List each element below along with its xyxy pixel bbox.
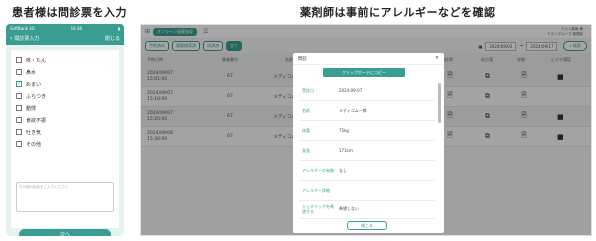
- left-caption: 患者様は問診票を入力: [12, 6, 127, 19]
- field-label: 名前: [302, 108, 310, 113]
- field-value: メディコム一郎: [339, 107, 367, 113]
- phone-close-link[interactable]: 閉じる: [105, 35, 120, 42]
- modal-field: 体重 75kg: [299, 121, 435, 141]
- next-button[interactable]: 次へ: [19, 229, 111, 236]
- field-value: 173cm: [339, 148, 353, 153]
- checkbox-checked[interactable]: ✓: [16, 81, 22, 87]
- field-label: 体重: [302, 128, 310, 133]
- modal-field: 名前 メディコム一郎: [299, 101, 435, 121]
- modal-field: 身長 173cm: [299, 141, 435, 161]
- checkbox[interactable]: [16, 105, 22, 111]
- check-item[interactable]: 食欲不振: [11, 114, 119, 126]
- carrier-label: SoftBank 4G: [10, 25, 35, 31]
- check-item[interactable]: 咳・たん: [11, 54, 119, 66]
- field-value: なし: [339, 167, 347, 173]
- questionnaire-card: 咳・たん 鼻水 ✓ めまい ふらつき 動悸 食欲不振 吐き気 その他 その他の症状…: [11, 50, 119, 228]
- modal-field: アレルギー詳細: [299, 181, 435, 201]
- check-label: ふらつき: [26, 93, 47, 100]
- check-item[interactable]: ふらつき: [11, 90, 119, 102]
- desktop-mockup: ⊞ オンライン服薬指導 ☰ テスト薬局 様 テストグループ 管理者 予約済み 服…: [140, 24, 592, 236]
- modal-field: 受診日 2024-09-07: [299, 81, 435, 101]
- modal-title: 問診: [298, 56, 307, 62]
- checkbox[interactable]: [16, 93, 22, 99]
- phone-mockup: SoftBank 4G 16:36 ▮ ‹ 問診票入力 閉じる 咳・たん 鼻水 ✓…: [6, 24, 124, 236]
- battery-icon: ▮: [117, 25, 120, 31]
- phone-status-bar: SoftBank 4G 16:36 ▮: [6, 24, 124, 32]
- field-label: 受診日: [302, 88, 314, 93]
- check-item[interactable]: その他: [11, 138, 119, 150]
- field-value: 2024-09-07: [339, 88, 363, 93]
- right-caption: 薬剤師は事前にアレルギーなどを確認: [300, 6, 496, 19]
- check-item[interactable]: 鼻水: [11, 66, 119, 78]
- checkbox[interactable]: [16, 129, 22, 135]
- back-chevron-icon[interactable]: ‹: [10, 35, 12, 42]
- modal-field: ジェネリックを希望する 希望しない: [299, 199, 435, 219]
- modal-close-button[interactable]: 閉じる: [347, 221, 387, 230]
- modal-scrollbar[interactable]: [438, 83, 441, 123]
- status-time: 16:36: [70, 25, 83, 31]
- check-label: 食欲不振: [26, 117, 47, 124]
- check-item[interactable]: 吐き気: [11, 126, 119, 138]
- modal-field: アレルギーの有無 なし: [299, 161, 435, 181]
- questionnaire-modal: 問診 ✕ クリップボードにコピー 受診日 2024-09-07 名前 メディコム一郎…: [293, 53, 444, 233]
- check-item[interactable]: ✓ めまい: [11, 78, 119, 90]
- checkbox[interactable]: [16, 69, 22, 75]
- phone-header-title: 問診票入力: [14, 36, 40, 42]
- modal-header: 問診 ✕: [293, 53, 444, 65]
- phone-header: ‹ 問診票入力 閉じる: [6, 32, 124, 45]
- check-item[interactable]: 動悸: [11, 102, 119, 114]
- checkbox[interactable]: [16, 141, 22, 147]
- field-value: 希望しない: [339, 205, 359, 211]
- copy-clipboard-button[interactable]: クリップボードにコピー: [323, 68, 405, 77]
- check-label: 動悸: [26, 105, 37, 112]
- check-label: めまい: [26, 81, 42, 88]
- check-label: 吐き気: [26, 129, 42, 136]
- field-label: 身長: [302, 148, 310, 153]
- other-symptom-textarea[interactable]: その他の症状をご入力ください: [16, 182, 114, 212]
- check-label: 咳・たん: [26, 57, 47, 64]
- field-label: アレルギー詳細: [302, 188, 330, 193]
- field-label: ジェネリックを希望する: [302, 203, 334, 214]
- close-icon[interactable]: ✕: [435, 56, 439, 61]
- check-label: その他: [26, 141, 42, 148]
- checkbox[interactable]: [16, 57, 22, 63]
- check-label: 鼻水: [26, 69, 37, 76]
- field-label: アレルギーの有無: [302, 168, 334, 173]
- field-value: 75kg: [339, 128, 349, 133]
- checkbox[interactable]: [16, 117, 22, 123]
